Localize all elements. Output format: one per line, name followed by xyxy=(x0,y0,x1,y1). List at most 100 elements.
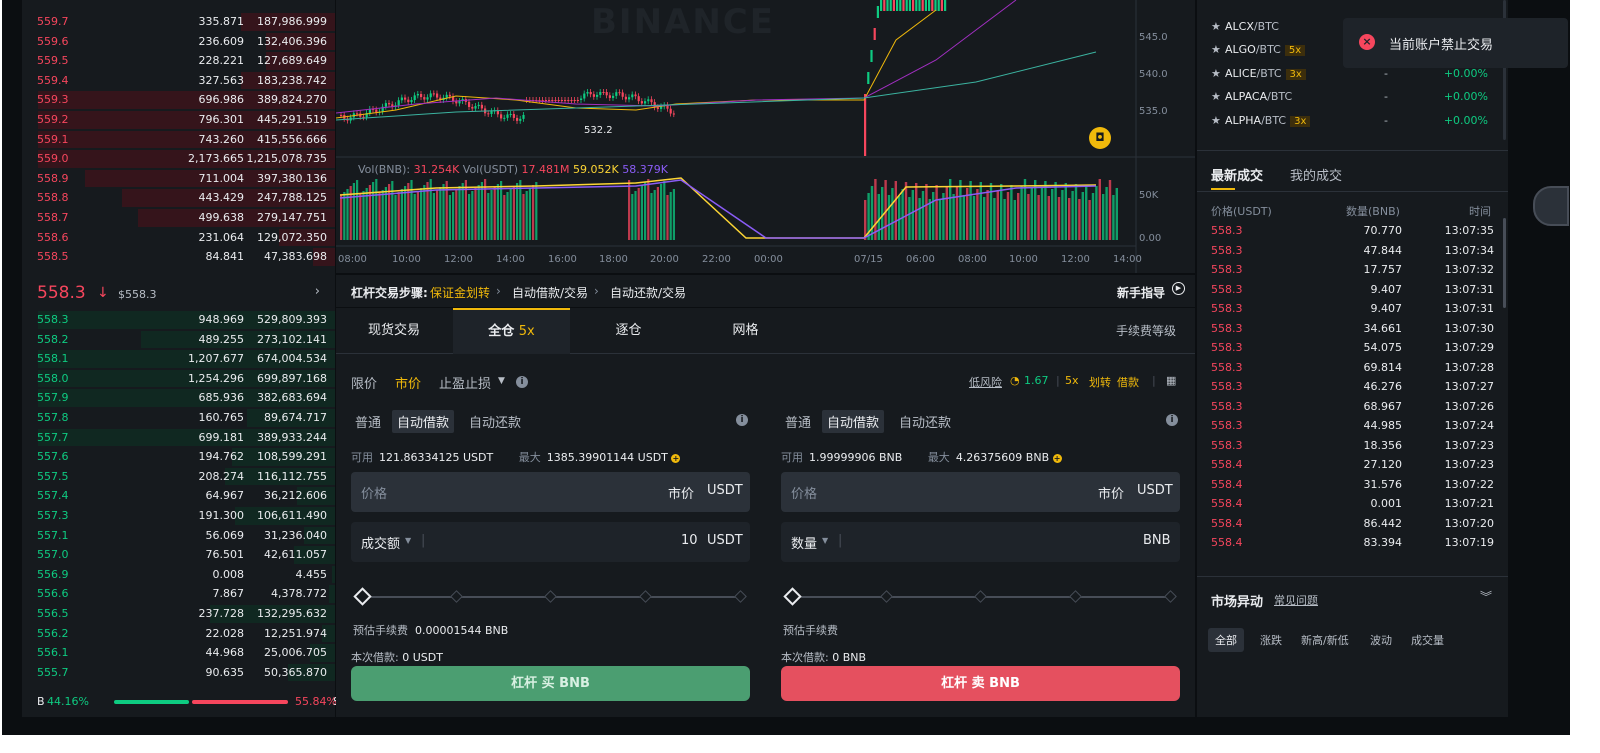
faq-link[interactable]: 常见问题 xyxy=(1274,592,1318,608)
ask-row[interactable]: 558.8 443.429 247,788.125 xyxy=(22,188,335,208)
star-icon[interactable]: ★ xyxy=(1211,43,1221,56)
ask-row[interactable]: 559.6 236.609 132,406.396 xyxy=(22,32,335,52)
buy-price-input[interactable]: 价格 市价 USDT xyxy=(351,472,750,512)
star-icon[interactable]: ★ xyxy=(1211,114,1221,127)
bid-row[interactable]: 557.1 56.069 31,236.040 xyxy=(22,526,335,546)
star-icon[interactable]: ★ xyxy=(1211,67,1221,80)
bid-row[interactable]: 557.8 160.765 89,674.717 xyxy=(22,408,335,428)
filter-change[interactable]: 涨跌 xyxy=(1253,628,1289,652)
ask-row[interactable]: 558.6 231.064 129,072.350 xyxy=(22,228,335,248)
ask-row[interactable]: 558.9 711.004 397,380.136 xyxy=(22,169,335,189)
ask-row[interactable]: 559.7 335.871 187,986.999 xyxy=(22,12,335,32)
beginner-guide-link[interactable]: 新手指导 xyxy=(1117,284,1165,301)
slider-handle[interactable] xyxy=(353,587,372,606)
sell-price-input[interactable]: 价格 市价 USDT xyxy=(781,472,1180,512)
trades-scrollbar[interactable] xyxy=(1503,218,1506,308)
tab-isolated-margin[interactable]: 逐仓 xyxy=(570,308,687,354)
bid-row[interactable]: 557.3 191.300 106,611.490 xyxy=(22,506,335,526)
transfer-button[interactable]: 划转 xyxy=(1089,374,1111,390)
tab-cross-margin[interactable]: 全仓 5x xyxy=(453,308,570,354)
volume-bar xyxy=(962,195,965,240)
ask-row[interactable]: 559.4 327.563 183,238.742 xyxy=(22,71,335,91)
buy-amount-dropdown-icon[interactable]: ▼ xyxy=(405,536,411,545)
candlestick-chart[interactable] xyxy=(336,0,1195,273)
bid-row[interactable]: 558.1 1,207.677 674,004.534 xyxy=(22,349,335,369)
market-row[interactable]: ★ ALPHA/BTC 3x - +0.00% xyxy=(1197,109,1508,132)
bid-row[interactable]: 558.2 489.255 273,102.141 xyxy=(22,330,335,350)
tab-spot[interactable]: 现货交易 xyxy=(336,308,452,354)
bid-row[interactable]: 556.6 7.867 4,378.772 xyxy=(22,584,335,604)
buy-amount-input[interactable]: 成交额 ▼ | 10 USDT xyxy=(351,522,750,562)
leverage-button[interactable]: 5x xyxy=(1065,374,1079,387)
buy-mode-normal[interactable]: 普通 xyxy=(350,410,386,433)
bid-row[interactable]: 555.7 90.635 50,365.870 xyxy=(22,663,335,683)
margin-sell-button[interactable]: 杠杆 卖 BNB xyxy=(781,666,1180,701)
sell-mode-auto-borrow[interactable]: 自动借款 xyxy=(822,410,885,433)
buy-add-icon[interactable]: + xyxy=(671,454,681,463)
more-chevron-icon[interactable]: › xyxy=(315,284,320,299)
sell-mode-auto-repay[interactable]: 自动还款 xyxy=(894,410,956,433)
price-chart[interactable]: BINANCE Vol(BNB): 31.254K Vol(USDT) 17.4… xyxy=(336,0,1195,273)
order-type-limit[interactable]: 限价 xyxy=(351,373,377,392)
tab-grid[interactable]: 网格 xyxy=(687,308,804,354)
sell-amount-dropdown-icon[interactable]: ▼ xyxy=(822,536,828,545)
bid-row[interactable]: 557.7 699.181 389,933.244 xyxy=(22,428,335,448)
sell-mode-normal[interactable]: 普通 xyxy=(780,410,816,433)
market-row[interactable]: ★ ALPACA/BTC - +0.00% xyxy=(1197,85,1508,108)
info-icon[interactable]: i xyxy=(516,376,528,388)
star-icon[interactable]: ★ xyxy=(1211,90,1221,103)
filter-high-low[interactable]: 新高/新低 xyxy=(1294,628,1356,652)
bid-row[interactable]: 556.1 44.968 25,006.705 xyxy=(22,643,335,663)
buy-mode-auto-borrow[interactable]: 自动借款 xyxy=(392,410,455,433)
bid-row[interactable]: 558.0 1,254.296 699,897.168 xyxy=(22,369,335,389)
bid-row[interactable]: 557.0 76.501 42,611.057 xyxy=(22,545,335,565)
tab-my-trades[interactable]: 我的成交 xyxy=(1290,165,1342,184)
tab-latest-trades[interactable]: 最新成交 xyxy=(1211,165,1263,184)
bid-row[interactable]: 557.4 64.967 36,212.606 xyxy=(22,486,335,506)
ask-row[interactable]: 559.2 796.301 445,291.519 xyxy=(22,110,335,130)
order-type-stop[interactable]: 止盈止损 xyxy=(439,373,491,392)
margin-buy-button[interactable]: 杠杆 买 BNB xyxy=(351,666,750,701)
ask-row[interactable]: 559.3 696.986 389,824.270 xyxy=(22,90,335,110)
step-transfer-link[interactable]: 保证金划转 xyxy=(430,284,490,301)
sell-info-icon[interactable]: i xyxy=(1166,414,1178,426)
sell-percent-slider[interactable] xyxy=(783,587,1177,606)
slider-handle[interactable] xyxy=(783,587,802,606)
star-icon[interactable]: ★ xyxy=(1211,20,1221,33)
filter-volatility[interactable]: 波动 xyxy=(1363,628,1399,652)
assistant-icon[interactable]: ◘ xyxy=(1089,127,1111,149)
play-icon[interactable]: ▶ xyxy=(1172,282,1185,295)
stop-dropdown-icon[interactable]: ▼ xyxy=(498,376,505,386)
buy-percent-slider[interactable] xyxy=(353,587,747,606)
bid-row[interactable]: 557.5 208.274 116,112.755 xyxy=(22,467,335,487)
volume-bar xyxy=(452,192,455,240)
risk-label[interactable]: 低风险 xyxy=(969,374,1002,390)
buy-amount-label[interactable]: 成交额 xyxy=(361,533,400,552)
bid-row[interactable]: 558.3 948.969 529,809.393 xyxy=(22,310,335,330)
bid-row[interactable]: 556.9 0.008 4.455 xyxy=(22,565,335,585)
ask-row[interactable]: 558.7 499.638 279,147.751 xyxy=(22,208,335,228)
ask-row[interactable]: 558.5 84.841 47,383.698 xyxy=(22,247,335,267)
ask-row[interactable]: 559.1 743.260 415,556.666 xyxy=(22,130,335,150)
bid-row[interactable]: 556.5 237.728 132,295.632 xyxy=(22,604,335,624)
order-type-market[interactable]: 市价 xyxy=(395,373,421,392)
borrow-button[interactable]: 借款 xyxy=(1117,374,1139,390)
bid-row[interactable]: 557.9 685.936 382,683.694 xyxy=(22,388,335,408)
bid-row[interactable]: 557.6 194.762 108,599.291 xyxy=(22,447,335,467)
filter-volume[interactable]: 成交量 xyxy=(1404,628,1451,652)
bid-row[interactable]: 556.2 22.028 12,251.974 xyxy=(22,624,335,644)
sell-amount-label[interactable]: 数量 xyxy=(791,533,817,552)
ask-row[interactable]: 559.5 228.221 127,689.649 xyxy=(22,51,335,71)
step-borrow-link[interactable]: 自动借款/交易 xyxy=(512,284,588,301)
collapse-chevron-icon[interactable]: ︾ xyxy=(1480,588,1492,605)
filter-all[interactable]: 全部 xyxy=(1208,628,1244,652)
sell-add-icon[interactable]: + xyxy=(1052,454,1062,463)
floating-widget-icon[interactable] xyxy=(1533,186,1569,226)
buy-mode-auto-repay[interactable]: 自动还款 xyxy=(464,410,526,433)
ask-row[interactable]: 559.0 2,173.665 1,215,078.735 xyxy=(22,149,335,169)
buy-info-icon[interactable]: i xyxy=(736,414,748,426)
fee-level-link[interactable]: 手续费等级 xyxy=(1096,308,1196,354)
step-repay-link[interactable]: 自动还款/交易 xyxy=(610,284,686,301)
calculator-icon[interactable]: ▦ xyxy=(1166,374,1176,387)
sell-amount-input[interactable]: 数量 ▼ | BNB xyxy=(781,522,1180,562)
